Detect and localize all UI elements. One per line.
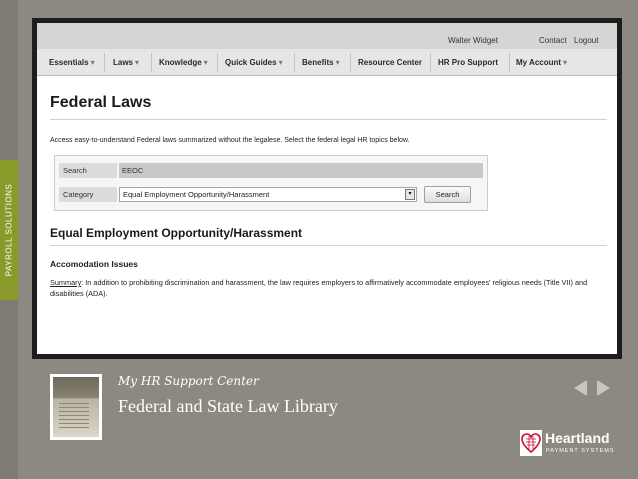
category-label: Category: [59, 187, 117, 202]
logo-tagline: PAYMENT SYSTEMS: [546, 448, 615, 454]
page-title: Federal Laws: [50, 94, 152, 111]
top-bar: Walter Widget Contact Logout: [37, 23, 617, 49]
nav-item-label: My Account: [516, 58, 562, 67]
logout-link[interactable]: Logout: [574, 36, 598, 45]
nav-divider: [294, 53, 295, 72]
chevron-down-icon: ▾: [90, 58, 95, 67]
divider: [50, 119, 607, 120]
nav-item-my-account[interactable]: My Account ▾: [516, 58, 567, 67]
nav-item-label: Benefits: [302, 58, 334, 67]
search-input[interactable]: EEOC: [119, 163, 483, 178]
nav-item-essentials[interactable]: Essentials ▾: [49, 58, 95, 67]
nav-item-label: Quick Guides: [225, 58, 277, 67]
search-button[interactable]: Search: [424, 186, 471, 203]
nav-item-quick-guides[interactable]: Quick Guides ▾: [225, 58, 283, 67]
nav-divider: [350, 53, 351, 72]
thumbnail-text-lines: [59, 403, 89, 431]
search-form: Search EEOC Category Equal Employment Op…: [54, 155, 488, 211]
arrow-left-icon[interactable]: [574, 380, 587, 396]
nav-item-label: Knowledge: [159, 58, 202, 67]
chevron-down-icon: ▾: [203, 58, 208, 67]
nav-item-laws[interactable]: Laws ▾: [113, 58, 139, 67]
sidebar-label: PAYROLL SOLUTIONS: [4, 183, 14, 277]
divider: [50, 245, 607, 246]
category-select[interactable]: Equal Employment Opportunity/Harassment …: [119, 187, 417, 202]
contact-link[interactable]: Contact: [539, 36, 567, 45]
nav-item-knowledge[interactable]: Knowledge ▾: [159, 58, 208, 67]
category-select-value: Equal Employment Opportunity/Harassment: [123, 190, 270, 199]
summary-paragraph: Summary: In addition to prohibiting disc…: [50, 277, 610, 299]
nav-item-label: Laws: [113, 58, 134, 67]
document-thumbnail: [50, 374, 102, 440]
heartland-logo-icon: [520, 430, 542, 456]
arrow-right-icon[interactable]: [597, 380, 610, 396]
search-label: Search: [59, 163, 117, 178]
chevron-down-icon: ▾: [335, 58, 340, 67]
nav-divider: [217, 53, 218, 72]
main-nav: Essentials ▾ Laws ▾ Knowledge ▾ Quick Guide…: [37, 49, 617, 76]
dropdown-arrow-icon[interactable]: ▾: [405, 189, 415, 200]
footer-subtitle: My HR Support Center: [118, 374, 259, 388]
logo-name: Heartland: [545, 430, 610, 446]
chevron-down-icon: ▾: [135, 58, 140, 67]
nav-item-label: Essentials: [49, 58, 89, 67]
summary-link[interactable]: Summary: [50, 278, 81, 287]
summary-text: : In addition to prohibiting discriminat…: [50, 278, 588, 298]
web-page-screenshot: Walter Widget Contact Logout Essentials ▾…: [37, 23, 617, 354]
thumbnail-image: [53, 377, 99, 437]
user-name: Walter Widget: [448, 36, 498, 45]
intro-text: Access easy-to-understand Federal laws s…: [50, 137, 410, 144]
nav-item-benefits[interactable]: Benefits ▾: [302, 58, 340, 67]
nav-divider: [151, 53, 152, 72]
nav-item-hr-pro-support[interactable]: HR Pro Support: [438, 58, 498, 67]
nav-item-label: HR Pro Support: [438, 58, 498, 67]
chevron-down-icon: ▾: [278, 58, 283, 67]
heartland-logo: Heartland PAYMENT SYSTEMS: [520, 430, 620, 462]
chevron-down-icon: ▾: [563, 58, 568, 67]
subsection-title: Accomodation Issues: [50, 259, 138, 269]
footer-title: Federal and State Law Library: [118, 396, 338, 416]
nav-item-resource-center[interactable]: Resource Center: [358, 58, 422, 67]
section-title: Equal Employment Opportunity/Harassment: [50, 226, 303, 240]
nav-divider: [104, 53, 105, 72]
nav-item-label: Resource Center: [358, 58, 423, 67]
nav-divider: [430, 53, 431, 72]
nav-divider: [509, 53, 510, 72]
